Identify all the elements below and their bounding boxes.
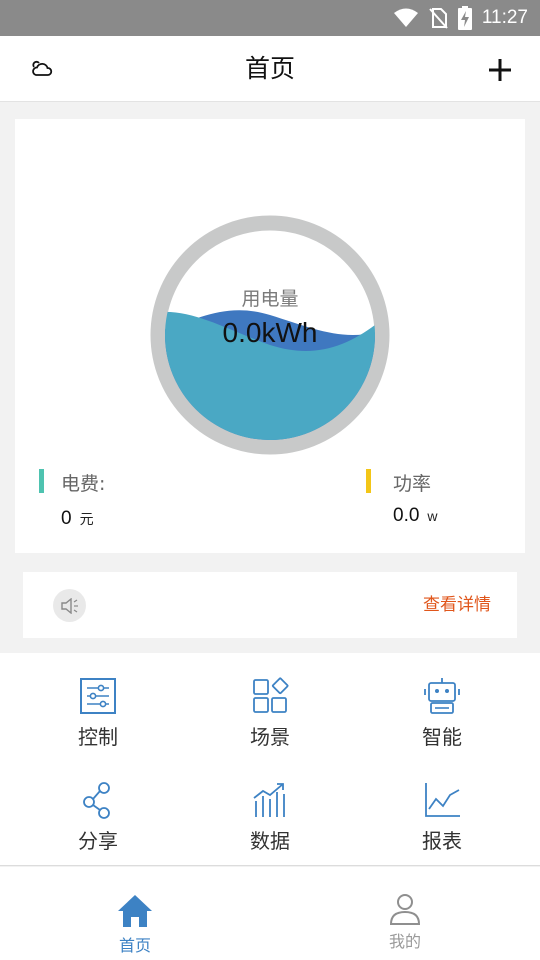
power-value-row: 0.0 w	[393, 505, 438, 527]
feature-label: 场景	[250, 725, 290, 749]
fee-unit: 元	[79, 511, 94, 527]
fee-label: 电费:	[61, 473, 106, 495]
fee-value-row: 0元	[61, 508, 94, 530]
tab-profile[interactable]: 我的	[270, 867, 540, 960]
battery-charging-icon	[457, 6, 472, 30]
feature-label: 控制	[78, 725, 118, 749]
feature-scene[interactable]: 场景	[180, 653, 360, 753]
tab-profile-label: 我的	[388, 932, 421, 951]
feature-smart[interactable]: 智能	[352, 653, 532, 753]
feature-data[interactable]: 数据	[180, 757, 360, 857]
scene-blocks-icon	[253, 677, 289, 713]
share-icon	[83, 782, 110, 819]
robot-icon	[424, 678, 460, 714]
status-bar: 11:27	[0, 0, 540, 36]
feature-control[interactable]: 控制	[8, 653, 188, 753]
feature-label: 智能	[422, 725, 462, 749]
add-button[interactable]	[486, 56, 514, 84]
notice-bar: 查看详情	[23, 572, 517, 638]
energy-card: 用电量 0.0kWh 电费: 0元 功率 0.0 w	[15, 119, 525, 553]
power-value: 0.0	[393, 505, 420, 526]
sliders-icon	[80, 678, 116, 714]
gauge-title: 用电量	[241, 288, 299, 310]
power-unit: w	[427, 508, 438, 524]
feature-share[interactable]: 分享	[8, 757, 188, 857]
tab-home[interactable]: 首页	[0, 867, 270, 960]
no-sim-icon	[428, 7, 448, 29]
app-bar: 首页	[0, 36, 540, 102]
tab-home-label: 首页	[118, 936, 151, 955]
bar-chart-trend-icon	[253, 783, 285, 817]
user-icon	[389, 894, 421, 925]
bottom-tab-bar: 首页 我的	[0, 867, 540, 960]
feature-report[interactable]: 报表	[352, 757, 532, 857]
feature-grid: 控制 场景 智能 分享 数据 报表	[0, 653, 540, 866]
power-label: 功率	[393, 473, 432, 495]
speaker-button	[53, 589, 86, 622]
plus-icon	[489, 59, 511, 81]
fee-value: 0	[61, 508, 72, 529]
feature-label: 分享	[78, 829, 118, 853]
power-indicator-bar	[366, 469, 371, 493]
wifi-icon	[393, 8, 418, 28]
gauge-value: 0.0kWh	[222, 317, 318, 348]
speaker-icon	[60, 597, 78, 614]
page-title: 首页	[244, 54, 295, 83]
fee-indicator-bar	[39, 469, 44, 493]
feature-label: 报表	[422, 829, 462, 853]
status-time: 11:27	[481, 7, 528, 28]
line-chart-icon	[425, 783, 460, 817]
feature-label: 数据	[250, 829, 290, 853]
view-details-link[interactable]: 查看详情	[423, 572, 491, 638]
home-icon	[118, 895, 152, 927]
